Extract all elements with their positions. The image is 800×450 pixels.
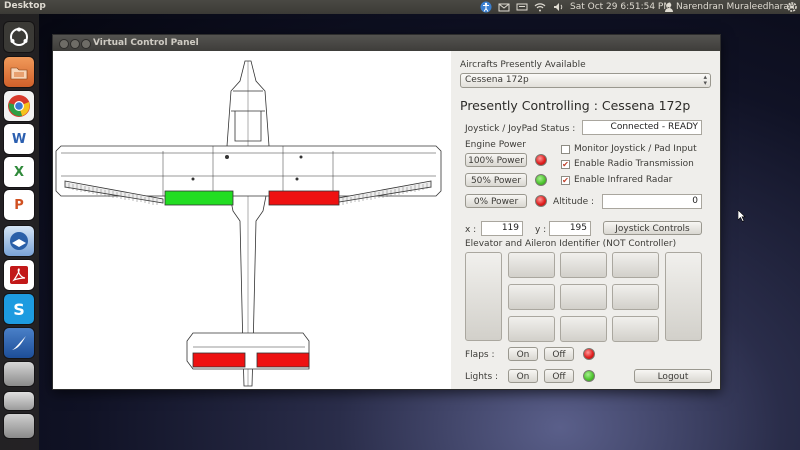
presently-controlling: Presently Controlling : Cessena 172p [460,98,691,113]
x-label: x : [465,225,477,235]
y-field[interactable]: 195 [549,221,591,236]
pad-cell [508,252,555,278]
flaps-label: Flaps : [465,350,495,360]
mouse-cursor-icon [737,209,746,225]
trash-icon[interactable] [4,414,34,438]
altitude-label: Altitude : [553,197,595,207]
lights-led [583,370,595,382]
flaps-led [583,348,595,360]
clock[interactable]: Sat Oct 29 6:51:54 PM [570,0,671,14]
mail-icon[interactable] [498,0,510,14]
infrared-radar-label: Enable Infrared Radar [574,175,673,185]
right-elevator-indicator [256,352,310,368]
power-50-led [535,174,547,186]
y-label: y : [535,225,547,235]
altitude-field[interactable]: 0 [602,194,702,209]
workspace-icon[interactable] [4,362,34,386]
aircraft-canvas[interactable] [53,51,451,389]
desktop-title: Desktop [4,1,46,11]
left-aileron-indicator [164,190,234,206]
user-name[interactable]: Narendran Muraleedharan [676,0,795,14]
window-title: Virtual Control Panel [93,38,199,48]
wifi-icon[interactable] [534,0,546,14]
pad-cell [508,316,555,342]
pad-cell [508,284,555,310]
virtual-control-panel-window: Virtual Control Panel Aircrafts Presentl… [52,34,721,390]
power-gear-icon[interactable] [786,0,798,14]
chrome-icon[interactable] [4,91,34,121]
left-aileron-pad [465,252,502,341]
left-elevator-indicator [192,352,246,368]
power-100-button[interactable]: 100% Power [465,153,527,167]
minimize-icon[interactable] [70,39,80,49]
right-aileron-indicator [268,190,340,206]
logout-button[interactable]: Logout [634,369,712,383]
joystick-status-field[interactable]: Connected - READY [582,120,702,135]
monitor-joystick-checkbox[interactable] [561,145,570,154]
ubuntu-home-icon[interactable] [4,22,34,52]
radio-transmission-checkbox[interactable]: ✔ [561,160,570,169]
radio-transmission-label: Enable Radio Transmission [574,159,694,169]
flaps-off-button[interactable]: Off [544,347,574,361]
pad-cell [612,252,659,278]
maximize-icon[interactable] [81,39,91,49]
select-arrows-icon: ▴ ▾ [703,73,707,87]
lights-on-button[interactable]: On [508,369,538,383]
skype-icon[interactable]: S [4,294,34,324]
pdf-reader-icon[interactable] [4,260,34,290]
control-panel: Aircrafts Presently Available Cessena 17… [451,51,720,389]
aircraft-drawing [55,60,442,387]
lights-off-button[interactable]: Off [544,369,574,383]
joystick-status-label: Joystick / JoyPad Status : [465,124,576,134]
right-aileron-pad [665,252,702,341]
power-0-button[interactable]: 0% Power [465,194,527,208]
joystick-controls-button[interactable]: Joystick Controls [603,221,702,235]
media-icon[interactable] [4,328,34,358]
excel-icon[interactable]: X [4,157,34,187]
close-icon[interactable] [59,39,69,49]
infrared-radar-checkbox[interactable]: ✔ [561,176,570,185]
pad-cell [612,316,659,342]
window-titlebar[interactable]: Virtual Control Panel [53,35,720,51]
top-panel: Desktop Sat Oct 29 6:51:54 PM Narendran … [0,0,800,14]
aircraft-list-label: Aircrafts Presently Available [460,60,586,70]
engine-power-label: Engine Power [465,140,526,150]
volume-icon[interactable] [552,0,564,14]
launcher: W X P S [0,14,39,450]
aircraft-select-value: Cessena 172p [465,75,529,85]
x-field[interactable]: 119 [481,221,523,236]
power-0-led [535,195,547,207]
pad-cell [612,284,659,310]
monitor-joystick-label: Monitor Joystick / Pad Input [574,144,697,154]
elevator-aileron-label: Elevator and Aileron Identifier (NOT Con… [465,239,677,249]
user-icon [664,0,674,14]
accessibility-icon[interactable] [480,0,492,14]
flaps-on-button[interactable]: On [508,347,538,361]
power-50-button[interactable]: 50% Power [465,173,527,187]
power-100-led [535,154,547,166]
pad-cell [560,284,607,310]
aircraft-select[interactable]: Cessena 172p ▴ ▾ [460,73,711,88]
thunderbird-icon[interactable] [4,226,34,256]
lights-label: Lights : [465,372,499,382]
pad-cell [560,252,607,278]
files-stack-icon[interactable] [4,392,34,410]
files-icon[interactable] [4,57,34,87]
pad-cell [560,316,607,342]
word-icon[interactable]: W [4,124,34,154]
keyboard-icon[interactable] [516,0,528,14]
powerpoint-icon[interactable]: P [4,190,34,220]
